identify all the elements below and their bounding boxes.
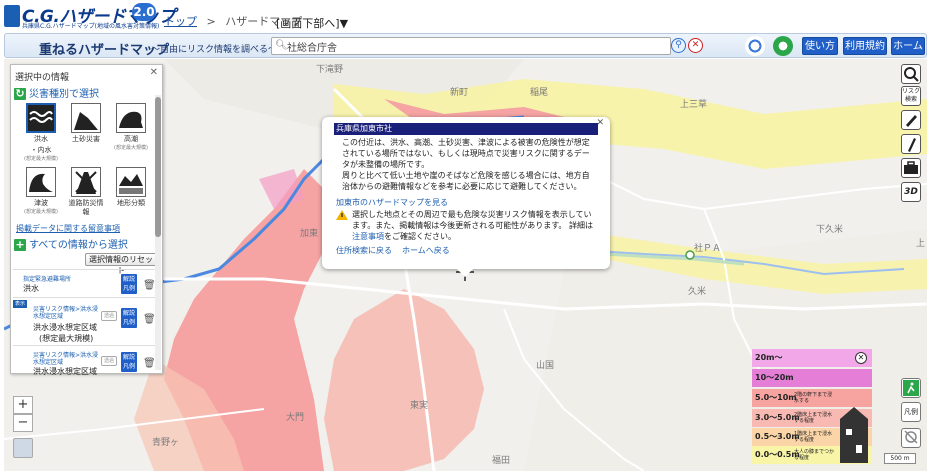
terrain-icon xyxy=(116,167,146,197)
layer-item[interactable]: 指定緊急避難場所 洪水 解説 凡例 🗑︎ xyxy=(13,269,157,295)
magnifier-icon[interactable] xyxy=(901,64,921,84)
map-label: 大門 xyxy=(286,413,305,423)
popup-tail xyxy=(457,269,473,277)
popup-body: この付近は、洪水、高潮、土砂災害、津波による被害の危険性が想定されている場所では… xyxy=(342,138,590,191)
warning-icon xyxy=(336,210,348,220)
header-bar: 重ねるハザードマップ 〜自由にリスク情報を調べる〜 🔍︎ ⚲ ✕ 使い方 利用規… xyxy=(4,33,927,58)
pencil-icon[interactable] xyxy=(901,110,921,130)
road-hazard-icon xyxy=(71,167,101,197)
legend-row: 20m〜 xyxy=(752,349,872,367)
map-label: 上 xyxy=(916,239,926,249)
legend-toggle-button[interactable]: 凡例 xyxy=(901,402,921,422)
3d-view-button[interactable]: 3D xyxy=(901,182,921,202)
hazard-tsunami[interactable]: 津波 (想定最大規模) xyxy=(21,167,61,215)
zoom-out-button[interactable]: − xyxy=(13,414,33,432)
legend-close-icon[interactable]: ✕ xyxy=(855,352,867,364)
depth-legend: 20m〜 ✕ 10〜20m 5.0〜10m 2階の軒下まで浸水する 3.0〜5.0… xyxy=(752,349,872,464)
page-subtitle: 〜自由にリスク情報を調べる〜 xyxy=(151,45,278,55)
logo-mark-icon xyxy=(4,5,20,27)
search-clear-button[interactable]: ✕ xyxy=(688,38,703,53)
map-label: 新町 xyxy=(450,88,469,98)
usage-button[interactable]: 使い方 xyxy=(802,37,838,55)
map-label: 稲尾 xyxy=(530,88,549,98)
hazard-terrain[interactable]: 地形分類 xyxy=(111,167,151,208)
search-box: 🔍︎ xyxy=(271,37,671,55)
city-hazard-map-link[interactable]: 加東市のハザードマップを見る xyxy=(336,197,448,208)
notes-link[interactable]: 注意事項 xyxy=(352,232,384,241)
hazard-storm-surge[interactable]: 高潮 (想定最大規模) xyxy=(111,103,151,151)
reset-selection-button[interactable]: 選択情報のリセット xyxy=(85,253,157,275)
opacity-toggle[interactable]: 透過 xyxy=(101,311,117,321)
map-label: 上三草 xyxy=(680,100,708,110)
data-notes-link[interactable]: 掲載データに関する留意事項 xyxy=(16,223,120,234)
map-label: 青野ヶ xyxy=(152,438,180,448)
all-info-header[interactable]: + すべての情報から選択 xyxy=(14,236,128,251)
layer-item[interactable]: 表示 災害リスク情報>洪水浸水想定区域 洪水浸水想定区域 (想定最大規模) 透過… xyxy=(13,297,157,343)
map-label: 久米 xyxy=(688,287,707,297)
version-badge: 2.0 xyxy=(132,3,156,21)
hazard-flood[interactable]: 洪水 ・内水 (想定最大規模) xyxy=(21,103,61,162)
popup-warning: 選択した地点とその周辺で最も危険な災害リスク情報を表示しています。また、掲載情報… xyxy=(352,210,593,241)
search-input[interactable] xyxy=(287,39,667,53)
location-popup: ✕ 兵庫県加東市社 この付近は、洪水、高潮、土砂災害、津波による被害の危険性が想… xyxy=(322,117,610,277)
gsi-logo-icon[interactable] xyxy=(745,36,765,56)
map-label: 加東 xyxy=(300,229,319,239)
zoom-in-button[interactable]: + xyxy=(13,396,33,414)
evacuation-icon[interactable] xyxy=(901,378,921,398)
back-to-search-link[interactable]: 住所検索に戻る xyxy=(336,245,392,256)
gps-off-icon[interactable] xyxy=(901,428,921,448)
map-label: 東実 xyxy=(410,401,429,411)
plus-icon: + xyxy=(14,238,26,251)
tsunami-icon xyxy=(26,167,56,197)
landslide-icon xyxy=(71,103,101,133)
legend-button[interactable]: 解説 凡例 xyxy=(121,274,137,294)
scale-bar: 500 m xyxy=(884,453,916,464)
by-type-header[interactable]: ↻ 災害種別で選択 xyxy=(14,85,99,100)
map-label: 山国 xyxy=(536,361,555,371)
flood-icon xyxy=(26,103,56,133)
panel-title: 選択中の情報 xyxy=(15,73,70,83)
trash-icon[interactable]: 🗑︎ xyxy=(143,358,156,370)
trash-icon[interactable]: 🗑︎ xyxy=(143,280,156,292)
layer-item[interactable]: 災害リスク情報>洪水浸水想定区域 洪水浸水想定区域 透過 解説 凡例 🗑︎ xyxy=(13,345,157,376)
house-depth-icon xyxy=(840,407,868,463)
logo-subtitle: 兵庫県C.G.ハザードマップ(地域の風水害対策情報) xyxy=(22,23,160,30)
scrollbar-thumb[interactable] xyxy=(155,97,161,237)
hazard-road[interactable]: 道路防災情報 xyxy=(66,167,106,217)
breadcrumb-top-link[interactable]: トップ xyxy=(164,15,197,28)
back-to-home-link[interactable]: ホームへ戻る xyxy=(402,245,450,256)
trash-icon[interactable]: 🗑︎ xyxy=(143,314,156,326)
search-icon: 🔍︎ xyxy=(275,40,288,51)
risk-search-button[interactable]: リスク 検索 xyxy=(901,86,921,106)
map-label: 下滝野 xyxy=(316,65,344,75)
visible-badge: 表示 xyxy=(13,300,27,308)
top-bar: C.G.ハザードマップ 2.0 兵庫県C.G.ハザードマップ(地域の風水害対策情… xyxy=(0,0,931,32)
storm-surge-icon xyxy=(116,103,146,133)
map-label: 福田 xyxy=(492,456,511,466)
selection-panel: 選択中の情報 ✕ ↻ 災害種別で選択 洪水 ・内水 (想定最大規模) 土砂災害 高… xyxy=(10,64,163,376)
map-label: 下久米 xyxy=(816,225,844,235)
terms-button[interactable]: 利用規約 xyxy=(843,37,887,55)
panel-close-icon[interactable]: ✕ xyxy=(150,67,158,78)
breadcrumb-separator: > xyxy=(206,15,216,28)
refresh-icon: ↻ xyxy=(14,87,26,100)
page-title: 重ねるハザードマップ xyxy=(39,43,170,58)
briefcase-icon[interactable] xyxy=(901,158,921,178)
legend-button[interactable]: 解説 凡例 xyxy=(121,308,137,328)
home-button[interactable]: ホーム xyxy=(891,37,925,55)
popup-title: 兵庫県加東市社 xyxy=(334,123,598,135)
legend-button[interactable]: 解説 凡例 xyxy=(121,352,137,372)
opacity-toggle[interactable]: 透過 xyxy=(101,356,117,366)
jump-to-bottom-link[interactable]: [画面下部へ]▼ xyxy=(276,15,348,31)
map-label: 社ＰＡ xyxy=(694,244,722,254)
base-map-icon[interactable] xyxy=(13,438,33,458)
panel-scrollbar[interactable] xyxy=(155,95,161,370)
search-go-button[interactable]: ⚲ xyxy=(671,38,686,53)
site-logo[interactable]: C.G.ハザードマップ 2.0 兵庫県C.G.ハザードマップ(地域の風水害対策情… xyxy=(4,2,175,30)
pen-icon[interactable] xyxy=(901,134,921,154)
hazard-landslide[interactable]: 土砂災害 xyxy=(66,103,106,144)
legend-row: 10〜20m xyxy=(752,369,872,387)
mlit-logo-icon[interactable] xyxy=(773,36,793,56)
